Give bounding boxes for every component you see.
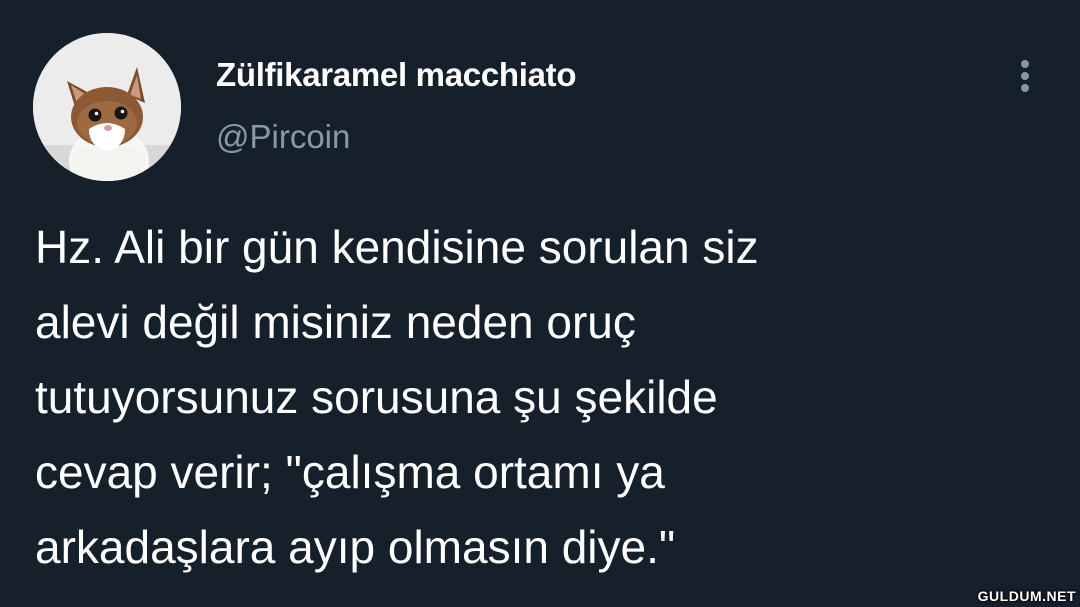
cat-avatar-icon	[33, 33, 181, 181]
tweet-text-line: arkadaşlara ayıp olmasın diye."	[35, 521, 676, 573]
tweet-text-line: Hz. Ali bir gün kendisine sorulan siz	[35, 221, 759, 273]
author-display-name[interactable]: Zülfikaramel macchiato	[216, 56, 577, 94]
watermark: GULDUM.NET	[977, 588, 1076, 604]
more-vertical-icon	[1021, 72, 1029, 80]
more-vertical-icon	[1021, 84, 1029, 92]
more-vertical-icon	[1021, 60, 1029, 68]
tweet-text: Hz. Ali bir gün kendisine sorulan siz al…	[35, 210, 1035, 585]
more-options-button[interactable]	[1008, 56, 1042, 96]
tweet-text-line: tutuyorsunuz sorusuna şu şekilde	[35, 371, 718, 423]
tweet-card: Zülfikaramel macchiato @Pircoin Hz. Ali …	[0, 0, 1080, 607]
tweet-text-line: alevi değil misiniz neden oruç	[35, 296, 636, 348]
author-handle[interactable]: @Pircoin	[216, 118, 350, 156]
tweet-text-line: cevap verir; "çalışma ortamı ya	[35, 446, 665, 498]
author-avatar[interactable]	[33, 33, 181, 181]
